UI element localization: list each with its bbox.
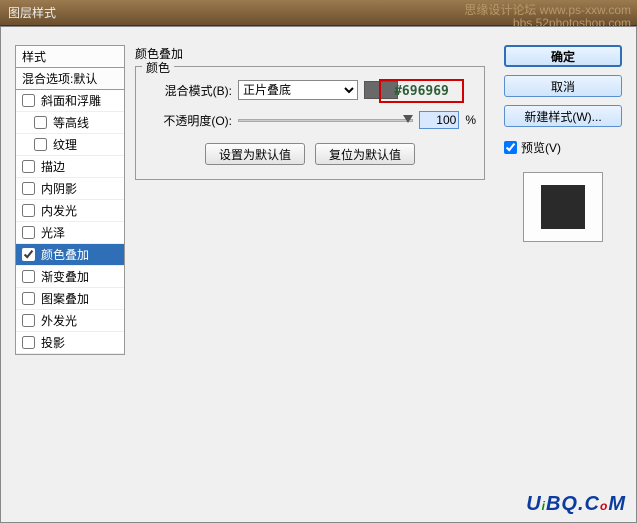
ok-button[interactable]: 确定 xyxy=(504,45,622,67)
style-checkbox[interactable] xyxy=(22,160,35,173)
slider-thumb-icon[interactable] xyxy=(403,115,413,123)
style-checkbox[interactable] xyxy=(22,292,35,305)
make-default-button[interactable]: 设置为默认值 xyxy=(205,143,305,165)
style-checkbox[interactable] xyxy=(22,270,35,283)
blend-mode-select[interactable]: 正片叠底 xyxy=(238,80,358,100)
style-item[interactable]: 斜面和浮雕 xyxy=(16,90,124,112)
dialog-body: 样式 混合选项:默认 斜面和浮雕等高线纹理描边内阴影内发光光泽颜色叠加渐变叠加图… xyxy=(0,26,637,523)
style-item-label: 纹理 xyxy=(53,136,77,153)
style-item[interactable]: 渐变叠加 xyxy=(16,266,124,288)
styles-header[interactable]: 样式 xyxy=(16,46,124,68)
footer-logo: UiBQ.CoM xyxy=(526,493,626,516)
style-item-label: 图案叠加 xyxy=(41,290,89,307)
opacity-slider[interactable] xyxy=(238,113,413,127)
reset-default-button[interactable]: 复位为默认值 xyxy=(315,143,415,165)
preview-label: 预览(V) xyxy=(521,139,561,156)
style-checkbox[interactable] xyxy=(22,248,35,261)
preview-swatch xyxy=(541,185,585,229)
style-item-label: 光泽 xyxy=(41,224,65,241)
opacity-row: 不透明度(O): % xyxy=(144,107,476,133)
main-panel: 颜色叠加 颜色 混合模式(B): 正片叠底 不透明度(O): % 设置为 xyxy=(135,45,485,515)
opacity-unit: % xyxy=(465,113,476,127)
group-label: 颜色 xyxy=(142,59,174,76)
right-panel: 确定 取消 新建样式(W)... 预览(V) xyxy=(504,45,622,242)
blend-mode-label: 混合模式(B): xyxy=(144,82,232,99)
section-title: 颜色叠加 xyxy=(135,45,485,62)
style-checkbox[interactable] xyxy=(22,94,35,107)
styles-panel: 样式 混合选项:默认 斜面和浮雕等高线纹理描边内阴影内发光光泽颜色叠加渐变叠加图… xyxy=(15,45,125,355)
style-item-label: 外发光 xyxy=(41,312,77,329)
opacity-input[interactable] xyxy=(419,111,459,129)
style-item-label: 斜面和浮雕 xyxy=(41,92,101,109)
window-title: 图层样式 xyxy=(8,4,56,21)
style-item[interactable]: 外发光 xyxy=(16,310,124,332)
style-item-label: 等高线 xyxy=(53,114,89,131)
preview-box xyxy=(523,172,603,242)
cancel-button[interactable]: 取消 xyxy=(504,75,622,97)
style-item-label: 描边 xyxy=(41,158,65,175)
style-checkbox[interactable] xyxy=(22,204,35,217)
style-checkbox[interactable] xyxy=(22,226,35,239)
new-style-button[interactable]: 新建样式(W)... xyxy=(504,105,622,127)
style-item[interactable]: 内阴影 xyxy=(16,178,124,200)
hex-callout: #696969 xyxy=(379,79,464,103)
style-item-label: 渐变叠加 xyxy=(41,268,89,285)
style-item[interactable]: 光泽 xyxy=(16,222,124,244)
style-checkbox[interactable] xyxy=(22,182,35,195)
default-buttons-row: 设置为默认值 复位为默认值 xyxy=(144,143,476,165)
style-checkbox[interactable] xyxy=(34,138,47,151)
style-item[interactable]: 描边 xyxy=(16,156,124,178)
preview-checkbox[interactable] xyxy=(504,141,517,154)
style-item[interactable]: 图案叠加 xyxy=(16,288,124,310)
style-item-label: 颜色叠加 xyxy=(41,246,89,263)
style-item-label: 投影 xyxy=(41,334,65,351)
preview-row: 预览(V) xyxy=(504,139,622,156)
style-item[interactable]: 等高线 xyxy=(16,112,124,134)
style-checkbox[interactable] xyxy=(22,336,35,349)
style-item[interactable]: 投影 xyxy=(16,332,124,354)
style-checkbox[interactable] xyxy=(34,116,47,129)
blend-options-default[interactable]: 混合选项:默认 xyxy=(16,68,124,90)
style-checkbox[interactable] xyxy=(22,314,35,327)
style-item[interactable]: 纹理 xyxy=(16,134,124,156)
style-item-label: 内阴影 xyxy=(41,180,77,197)
opacity-label: 不透明度(O): xyxy=(144,112,232,129)
style-item[interactable]: 颜色叠加 xyxy=(16,244,124,266)
style-item[interactable]: 内发光 xyxy=(16,200,124,222)
style-item-label: 内发光 xyxy=(41,202,77,219)
